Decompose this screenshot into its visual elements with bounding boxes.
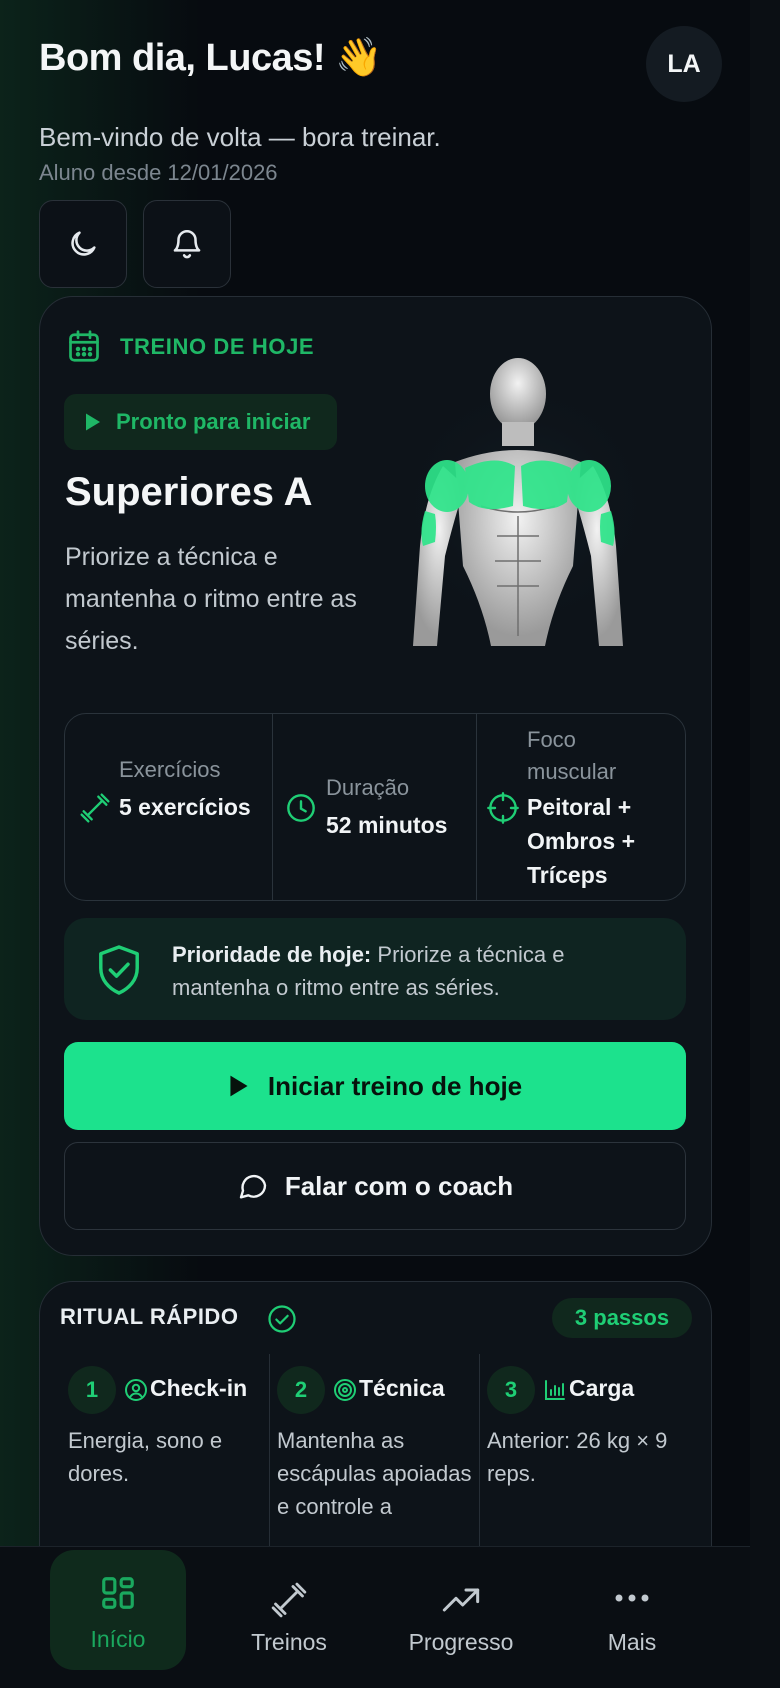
theme-toggle-button[interactable] (39, 200, 127, 288)
clock-icon (287, 794, 315, 822)
nav-label: Progresso (408, 1629, 514, 1655)
stat-muscle-focus: Foco muscular Peitoral + Ombros + Trícep… (477, 714, 684, 900)
stat-label: Duração (326, 775, 410, 800)
stat-exercises: Exercícios 5 exercícios (65, 714, 273, 900)
nav-item-home[interactable]: Início (50, 1550, 186, 1670)
step-description: Energia, sono e dores. (68, 1428, 223, 1486)
status-chip-label: Pronto para iniciar (116, 409, 311, 434)
play-icon (230, 1075, 248, 1097)
avatar[interactable]: LA (646, 26, 722, 102)
more-dots-icon (615, 1594, 649, 1602)
start-workout-label: Iniciar treino de hoje (267, 1070, 523, 1101)
chat-bubble-icon (239, 1174, 267, 1199)
talk-to-coach-label: Falar com o coach (284, 1170, 514, 1201)
user-circle-icon (125, 1379, 147, 1401)
notifications-button[interactable] (143, 200, 231, 288)
calendar-icon (69, 330, 99, 362)
start-workout-button[interactable]: Iniciar treino de hoje (64, 1042, 686, 1130)
nav-label: Mais (607, 1629, 657, 1655)
check-circle-icon (268, 1305, 296, 1333)
crosshair-icon (487, 792, 519, 824)
welcome-text: Bem-vindo de volta — bora treinar. (39, 122, 441, 152)
steps-badge: 3 passos (552, 1298, 692, 1338)
nav-label: Treinos (251, 1629, 327, 1655)
scrollbar-track[interactable] (750, 0, 780, 1688)
moon-icon (71, 231, 96, 256)
shield-check-icon (99, 945, 139, 995)
dumbbell-icon (271, 1582, 307, 1618)
stat-label: Foco muscular (527, 727, 617, 784)
member-since: Aluno desde 12/01/2026 (39, 160, 278, 185)
stat-value: 5 exercícios (119, 794, 251, 820)
step-title: Carga (569, 1375, 635, 1401)
step-number: 1 (68, 1366, 116, 1414)
bell-icon (173, 230, 201, 259)
stat-duration: Duração 52 minutos (273, 714, 477, 900)
workout-description: Priorize a técnica e mantenha o ritmo en… (65, 543, 357, 655)
ritual-title: RITUAL RÁPIDO (60, 1304, 239, 1329)
play-icon (86, 413, 100, 431)
workout-title: Superiores A (65, 470, 313, 514)
priority-banner: Prioridade de hoje: Priorize a técnica e… (64, 918, 686, 1020)
step-description: Anterior: 26 kg × 9 reps. (487, 1428, 668, 1486)
nav-label: Início (90, 1626, 146, 1652)
dumbbell-icon (80, 793, 110, 823)
talk-to-coach-button[interactable]: Falar com o coach (64, 1142, 686, 1230)
nav-item-workouts[interactable]: Treinos (221, 1547, 357, 1667)
target-icon (334, 1379, 356, 1401)
workout-stats: Exercícios 5 exercícios Duração 52 minut… (64, 713, 686, 901)
step-number: 2 (277, 1366, 325, 1414)
trending-up-icon (442, 1588, 480, 1612)
home-screen: Bom dia, Lucas! 👋 LA Bem-vindo de volta … (0, 0, 750, 1688)
step-description: Mantenha as escápulas apoiadas e control… (277, 1428, 472, 1519)
today-eyebrow: TREINO DE HOJE (120, 334, 315, 359)
nav-item-more[interactable]: Mais (564, 1547, 700, 1667)
stat-value: 52 minutos (326, 812, 448, 838)
priority-text: Prioridade de hoje: Priorize a técnica e… (172, 938, 662, 1004)
step-number: 3 (487, 1366, 535, 1414)
step-title: Técnica (359, 1375, 445, 1401)
greeting-title: Bom dia, Lucas! 👋 (39, 37, 382, 79)
nav-item-progress[interactable]: Progresso (393, 1547, 529, 1667)
status-chip: Pronto para iniciar (64, 394, 337, 450)
bar-chart-icon (545, 1380, 565, 1400)
step-title: Check-in (150, 1375, 248, 1401)
stat-value: Peitoral + Ombros + Tríceps (527, 794, 636, 888)
bottom-navigation: Início Treinos Progresso Mais (0, 1546, 750, 1688)
stat-label: Exercícios (119, 757, 221, 782)
priority-label: Prioridade de hoje: (172, 942, 372, 967)
grid-icon (102, 1577, 134, 1609)
muscle-map-illustration (395, 358, 655, 646)
